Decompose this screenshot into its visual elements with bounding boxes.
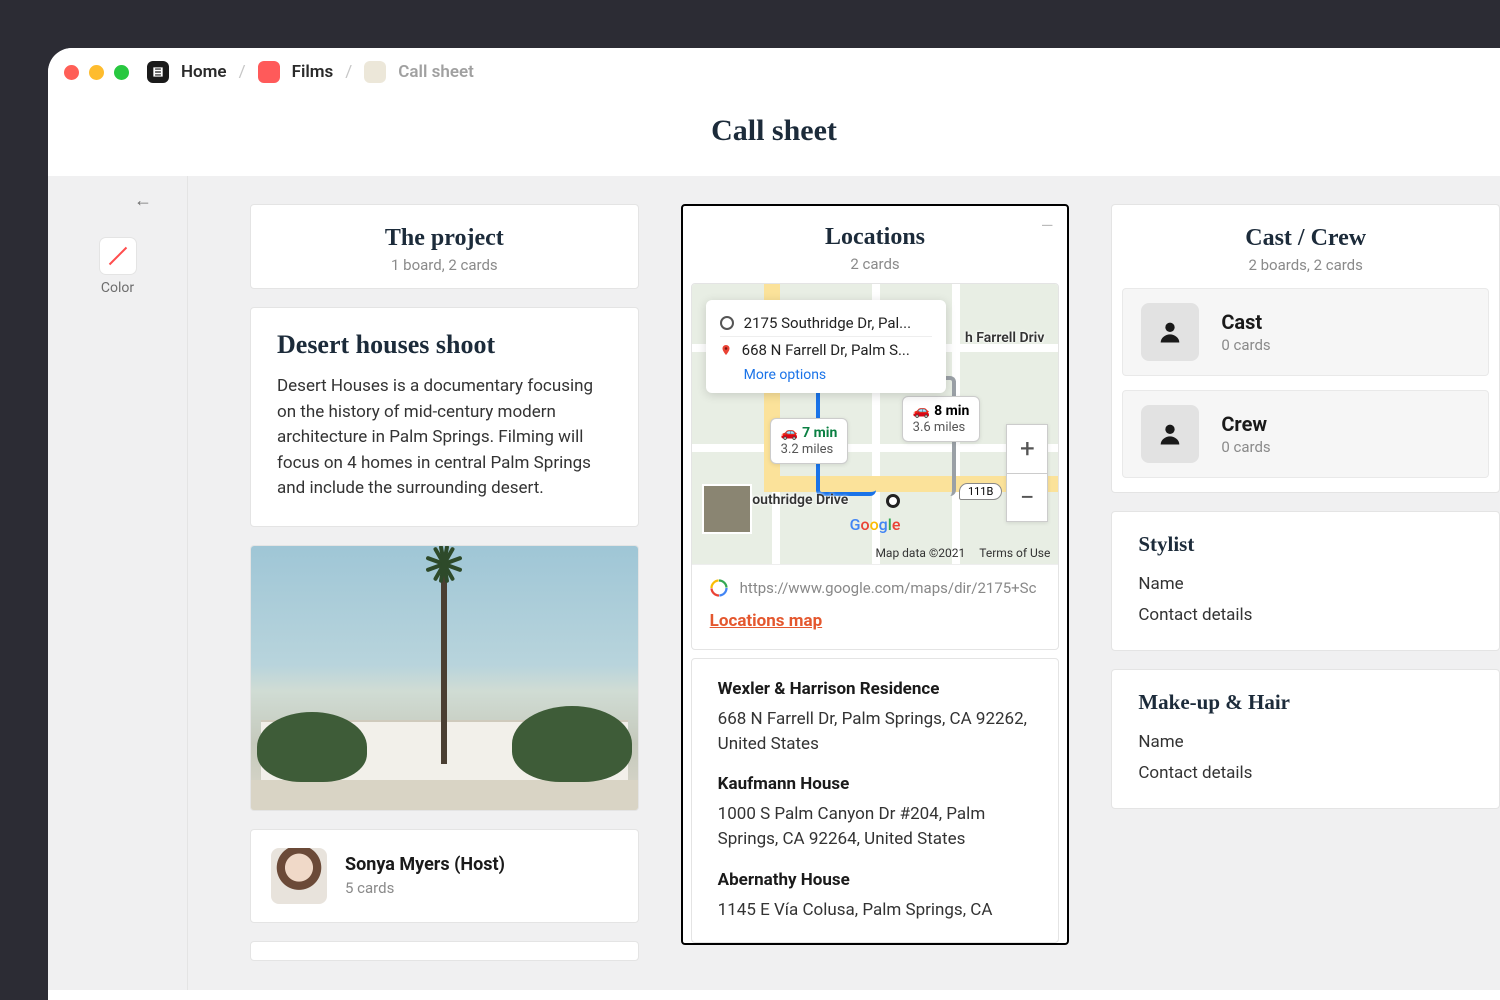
- person-card[interactable]: Sonya Myers (Host) 5 cards: [250, 829, 639, 923]
- column-header-card[interactable]: The project 1 board, 2 cards: [250, 204, 639, 289]
- titlebar: Home / Films / Call sheet: [48, 48, 1500, 96]
- tile-title: Crew: [1221, 412, 1270, 436]
- color-tool-label: Color: [48, 280, 187, 296]
- card-title: Make-up & Hair: [1138, 690, 1473, 715]
- breadcrumb-home[interactable]: Home: [181, 62, 227, 82]
- field-contact: Contact details: [1138, 758, 1473, 789]
- project-title: Desert houses shoot: [277, 330, 612, 360]
- column-subtitle: 2 cards: [683, 255, 1068, 273]
- field-name: Name: [1138, 569, 1473, 600]
- project-description-card[interactable]: Desert houses shoot Desert Houses is a d…: [250, 307, 639, 527]
- column-subtitle: 1 board, 2 cards: [251, 256, 638, 274]
- cast-board-tile[interactable]: Cast 0 cards: [1122, 288, 1489, 376]
- sidebar: ← Color: [48, 176, 188, 990]
- road-label: Southridge Drive: [744, 492, 849, 508]
- column-title: Locations: [683, 224, 1068, 251]
- project-photo: [251, 546, 638, 810]
- location-address: 1145 E Vía Colusa, Palm Springs, CA: [718, 898, 1033, 923]
- tile-subtitle: 0 cards: [1221, 336, 1270, 354]
- locations-map-link[interactable]: Locations map: [692, 611, 1059, 649]
- person-icon: [1141, 303, 1199, 361]
- pin-icon: [720, 341, 732, 359]
- makeup-hair-card[interactable]: Make-up & Hair Name Contact details: [1111, 669, 1500, 809]
- breadcrumb: Home / Films / Call sheet: [147, 61, 474, 83]
- route-destination: 668 N Farrell Dr, Palm S...: [742, 341, 910, 359]
- location-name: Abernathy House: [718, 870, 1033, 890]
- road-label: h Farrell Driv: [965, 330, 1044, 346]
- crew-board-tile[interactable]: Crew 0 cards: [1122, 390, 1489, 478]
- films-icon[interactable]: [258, 61, 280, 83]
- person-subtitle: 5 cards: [345, 879, 505, 897]
- person-icon: [1141, 405, 1199, 463]
- column-project: The project 1 board, 2 cards Desert hous…: [250, 204, 639, 990]
- locations-list-card[interactable]: Wexler & Harrison Residence 668 N Farrel…: [691, 658, 1060, 943]
- window-controls: [64, 65, 129, 80]
- column-cast-crew: Cast / Crew 2 boards, 2 cards Cast 0 car…: [1111, 204, 1500, 990]
- column-locations: Locations 2 cards —: [681, 204, 1070, 990]
- tile-subtitle: 0 cards: [1221, 438, 1270, 456]
- breadcrumb-films[interactable]: Films: [292, 62, 334, 82]
- satellite-thumbnail[interactable]: [702, 484, 752, 534]
- maximize-icon[interactable]: [114, 65, 129, 80]
- color-swatch-icon: [108, 247, 126, 265]
- breadcrumb-current: Call sheet: [398, 62, 474, 82]
- google-logo: Google: [850, 515, 901, 534]
- route-badge-alt[interactable]: 🚗8 min 3.6 miles: [902, 396, 981, 442]
- destination-pin-icon: [886, 494, 900, 508]
- zoom-out-button[interactable]: −: [1007, 473, 1047, 521]
- card-title: Stylist: [1138, 532, 1473, 557]
- location-address: 668 N Farrell Dr, Palm Springs, CA 92262…: [718, 707, 1033, 756]
- google-icon: [710, 579, 728, 597]
- car-icon: 🚗: [781, 425, 798, 441]
- close-icon[interactable]: [64, 65, 79, 80]
- map-url: https://www.google.com/maps/dir/2175+Sc: [740, 579, 1037, 597]
- home-icon[interactable]: [147, 61, 169, 83]
- location-address: 1000 S Palm Canyon Dr #204, Palm Springs…: [718, 802, 1033, 851]
- card-stub[interactable]: [250, 941, 639, 961]
- origin-icon: [720, 316, 734, 330]
- minimize-icon[interactable]: [89, 65, 104, 80]
- more-options-link[interactable]: More options: [744, 367, 932, 383]
- breadcrumb-sep: /: [239, 62, 246, 82]
- project-description: Desert Houses is a documentary focusing …: [277, 374, 612, 502]
- column-title: The project: [251, 225, 638, 252]
- location-name: Kaufmann House: [718, 774, 1033, 794]
- app-window: Home / Films / Call sheet Call sheet ← C…: [48, 48, 1500, 1000]
- directions-panel[interactable]: 2175 Southridge Dr, Pal... 668 N Farrell…: [706, 300, 946, 393]
- map-zoom-controls: + −: [1006, 424, 1048, 522]
- page-header: Call sheet: [48, 96, 1500, 176]
- minimize-icon[interactable]: —: [1041, 216, 1054, 235]
- stylist-card[interactable]: Stylist Name Contact details: [1111, 511, 1500, 651]
- map-attribution: Map data ©2021 Terms of Use: [875, 546, 1050, 560]
- zoom-in-button[interactable]: +: [1007, 425, 1047, 473]
- highway-shield: 111B: [959, 483, 1002, 500]
- person-name: Sonya Myers (Host): [345, 854, 505, 875]
- column-subtitle: 2 boards, 2 cards: [1112, 256, 1499, 274]
- route-badge-primary[interactable]: 🚗7 min 3.2 miles: [770, 418, 849, 464]
- callsheet-icon[interactable]: [364, 61, 386, 83]
- route-origin: 2175 Southridge Dr, Pal...: [744, 314, 911, 332]
- location-name: Wexler & Harrison Residence: [718, 679, 1033, 699]
- field-contact: Contact details: [1138, 600, 1473, 631]
- body: ← Color The project 1 board, 2 cards Des…: [48, 176, 1500, 990]
- column-title: Cast / Crew: [1112, 225, 1499, 252]
- avatar: [271, 848, 327, 904]
- map-card: 2175 Southridge Dr, Pal... 668 N Farrell…: [691, 283, 1060, 650]
- car-icon: 🚗: [913, 403, 930, 419]
- map-embed[interactable]: 2175 Southridge Dr, Pal... 668 N Farrell…: [692, 284, 1059, 564]
- column-header-card[interactable]: Cast / Crew 2 boards, 2 cards Cast 0 car…: [1111, 204, 1500, 493]
- board-columns: The project 1 board, 2 cards Desert hous…: [188, 176, 1500, 990]
- map-url-row[interactable]: https://www.google.com/maps/dir/2175+Sc: [692, 564, 1059, 611]
- color-tool[interactable]: [100, 238, 136, 274]
- project-photo-card[interactable]: [250, 545, 639, 811]
- field-name: Name: [1138, 727, 1473, 758]
- breadcrumb-sep: /: [345, 62, 352, 82]
- locations-selected-frame[interactable]: Locations 2 cards —: [681, 204, 1070, 945]
- page-title: Call sheet: [48, 114, 1500, 148]
- tile-title: Cast: [1221, 310, 1270, 334]
- back-arrow-icon[interactable]: ←: [134, 190, 152, 211]
